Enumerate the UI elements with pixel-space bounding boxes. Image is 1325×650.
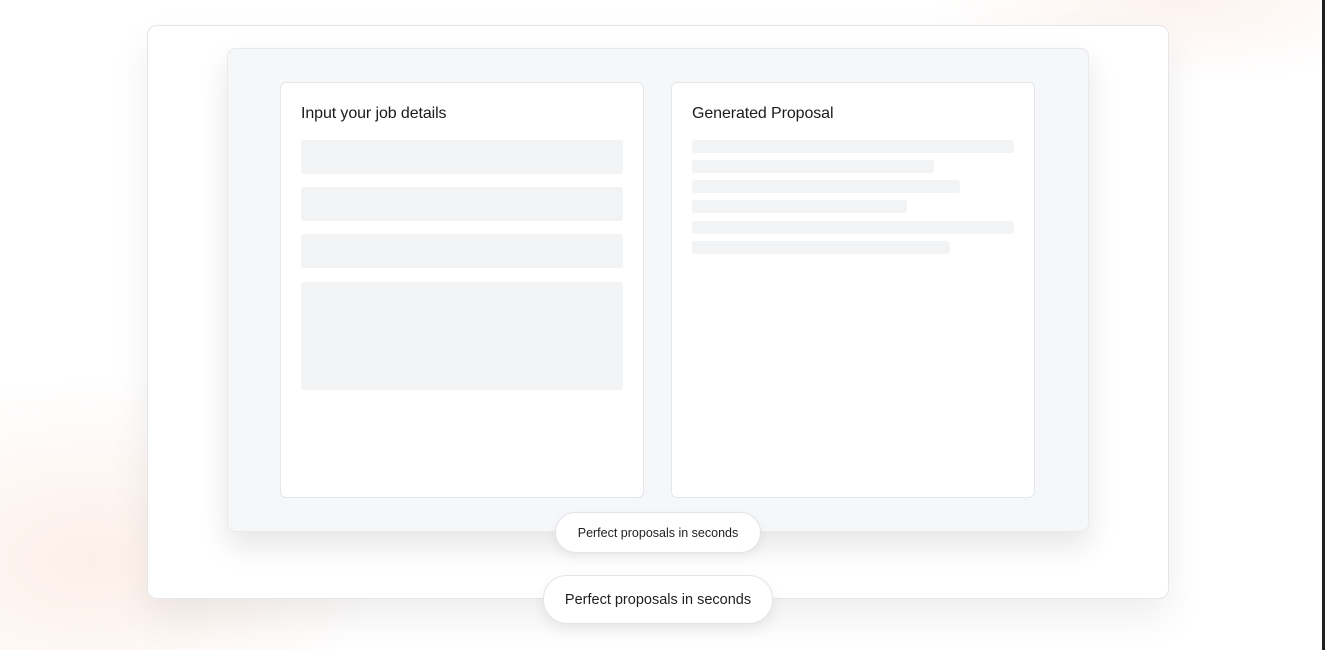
proposal-text-placeholder-line [692,180,960,193]
tagline-badge-inner: Perfect proposals in seconds [555,512,761,553]
job-title-input[interactable] [301,140,623,174]
budget-input[interactable] [301,234,623,268]
proposal-text-placeholder-line [692,160,934,173]
job-description-textarea[interactable] [301,282,623,390]
generated-proposal-title: Generated Proposal [692,105,834,122]
tagline-badge-outer: Perfect proposals in seconds [543,575,773,624]
generated-proposal-card: Generated Proposal [671,82,1035,498]
proposal-text-placeholder-line [692,200,907,213]
job-details-card: Input your job details [280,82,644,498]
proposal-text-placeholder-line [692,140,1014,153]
proposal-text-placeholder-line [692,221,1014,234]
proposal-text-placeholder-line [692,241,950,254]
client-name-input[interactable] [301,187,623,221]
job-details-title: Input your job details [301,105,447,122]
